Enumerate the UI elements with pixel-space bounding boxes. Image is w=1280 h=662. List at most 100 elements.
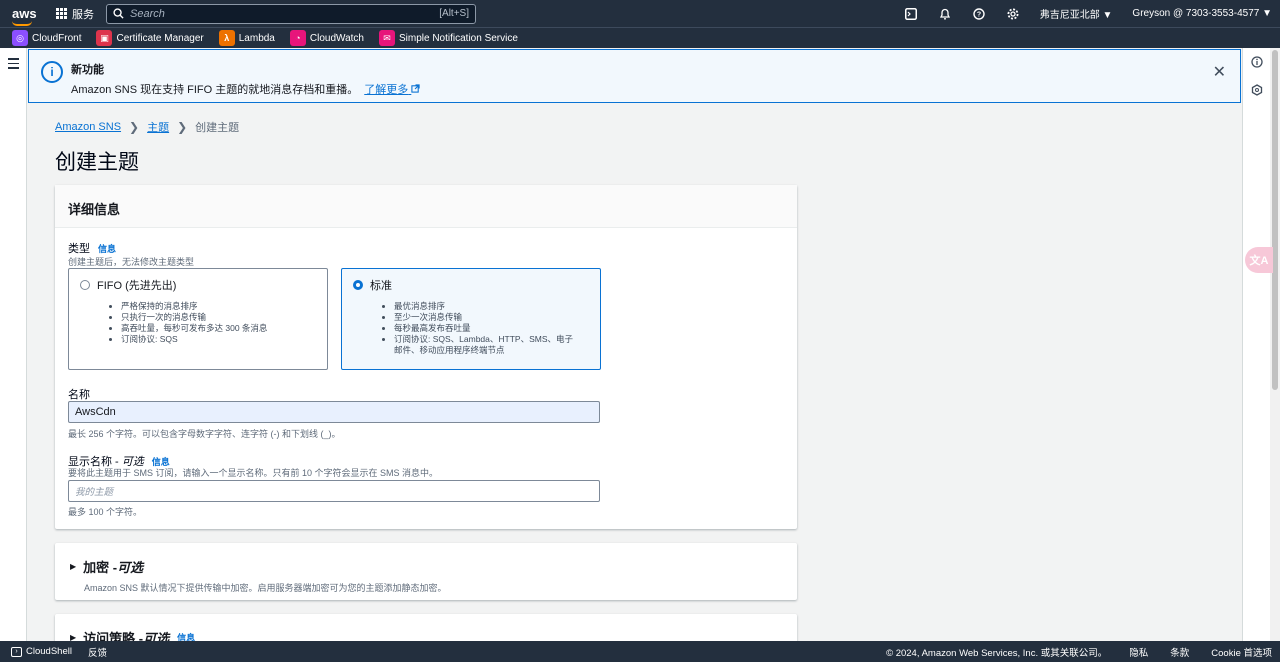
name-label: 名称 — [68, 389, 90, 401]
region-selector[interactable]: 弗吉尼亚北部 ▼ — [1040, 6, 1113, 21]
services-label: 服务 — [72, 8, 94, 21]
search-placeholder: Search — [130, 7, 165, 20]
fifo-features: 严格保持的消息排序 只执行一次的消息传输 高吞吐量，每秒可发布多达 300 条消… — [121, 301, 316, 345]
encryption-title: 加密 - — [83, 560, 118, 575]
page-title: 创建主题 — [55, 151, 139, 174]
certificate-manager-icon: ▣ — [96, 30, 113, 46]
menu-icon[interactable] — [8, 58, 19, 72]
caret-right-icon: ▶ — [70, 562, 77, 571]
details-panel: 详细信息 类型信息 创建主题后，无法修改主题类型 FIFO (先进先出) 严格保… — [55, 185, 797, 529]
access-policy-optional: 可选 — [143, 631, 170, 641]
list-item: 每秒最高发布吞吐量 — [394, 323, 579, 334]
breadcrumb-sns[interactable]: Amazon SNS — [55, 121, 121, 133]
encryption-description: Amazon SNS 默认情况下提供传输中加密。启用服务器端加密可为您的主题添加… — [84, 583, 447, 593]
favorite-cloudfront[interactable]: ◎ CloudFront — [12, 30, 81, 46]
services-menu-button[interactable]: 服务 — [56, 6, 94, 22]
favorite-label: Simple Notification Service — [398, 32, 518, 44]
list-item: 至少一次消息传输 — [394, 312, 579, 323]
favorite-label: Lambda — [238, 32, 275, 44]
favorite-label: Certificate Manager — [116, 32, 204, 44]
lambda-icon: λ — [218, 30, 235, 46]
info-icon: i — [41, 61, 63, 83]
favorite-cloudwatch[interactable]: ◔ CloudWatch — [289, 30, 364, 46]
search-icon — [113, 8, 124, 19]
notification-title: 新功能 — [71, 64, 104, 76]
fifo-option[interactable]: FIFO (先进先出) 严格保持的消息排序 只执行一次的消息传输 高吞吐量，每秒… — [68, 268, 328, 370]
type-hint: 创建主题后，无法修改主题类型 — [68, 257, 195, 267]
privacy-link[interactable]: 隐私 — [1129, 645, 1148, 659]
svg-text:?: ? — [977, 11, 981, 18]
type-label: 类型 — [68, 243, 90, 255]
access-policy-info-link[interactable]: 信息 — [177, 631, 195, 641]
close-icon[interactable]: ✕ — [1213, 62, 1226, 82]
name-input[interactable]: AwsCdn — [68, 401, 600, 423]
bell-icon[interactable] — [928, 0, 962, 27]
notification-body: Amazon SNS 现在支持 FIFO 主题的就地消息存档和重播。 — [71, 84, 359, 96]
help-icon[interactable]: ? — [962, 0, 996, 27]
cookie-preferences-link[interactable]: Cookie 首选项 — [1211, 645, 1272, 659]
details-header: 详细信息 — [55, 185, 797, 228]
account-menu[interactable]: Greyson @ 7303-3553-4577 ▼ — [1132, 8, 1272, 19]
list-item: 严格保持的消息排序 — [121, 301, 316, 312]
favorite-lambda[interactable]: λ Lambda — [218, 30, 275, 46]
footer: › CloudShell 反馈 © 2024, Amazon Web Servic… — [0, 641, 1280, 662]
access-policy-panel[interactable]: ▶ 访问策略 - 可选 信息 — [55, 614, 797, 641]
top-navigation: aws 服务 Search [Alt+S] ? 弗吉尼亚北部 ▼ Greyson… — [0, 0, 1280, 27]
favorite-sns[interactable]: ✉ Simple Notification Service — [378, 30, 518, 46]
external-link-icon — [411, 84, 420, 93]
info-panel-icon[interactable] — [1243, 48, 1271, 76]
page-scrollbar[interactable] — [1270, 48, 1280, 641]
caret-right-icon: ▶ — [70, 633, 77, 641]
learn-more-link[interactable]: 了解更多 — [364, 84, 420, 96]
sns-icon: ✉ — [378, 30, 395, 46]
search-shortcut: [Alt+S] — [439, 8, 469, 19]
name-hint: 最长 256 个字符。可以包含字母数字字符、连字符 (-) 和下划线 (_)。 — [68, 429, 341, 439]
grid-icon — [56, 8, 67, 19]
cloudshell-label: CloudShell — [26, 646, 72, 657]
feedback-link[interactable]: 反馈 — [88, 645, 107, 659]
cloudshell-button[interactable]: › CloudShell — [11, 646, 72, 657]
fifo-label: FIFO (先进先出) — [97, 280, 177, 292]
feature-notification: i 新功能 Amazon SNS 现在支持 FIFO 主题的就地消息存档和重播。… — [28, 49, 1241, 103]
list-item: 最优消息排序 — [394, 301, 579, 312]
breadcrumb: Amazon SNS ❯ 主题 ❯ 创建主题 — [55, 119, 239, 135]
terms-link[interactable]: 条款 — [1170, 645, 1189, 659]
search-input[interactable]: Search [Alt+S] — [106, 3, 476, 24]
breadcrumb-current: 创建主题 — [195, 122, 240, 134]
aws-logo[interactable]: aws — [12, 7, 37, 26]
favorite-label: CloudFront — [32, 32, 82, 44]
list-item: 高吞吐量，每秒可发布多达 300 条消息 — [121, 323, 316, 334]
favorites-bar: ◎ CloudFront ▣ Certificate Manager λ Lambda… — [0, 27, 1280, 48]
standard-radio[interactable] — [353, 280, 363, 290]
display-name-input[interactable]: 我的主题 — [68, 480, 600, 502]
tools-rail — [1242, 48, 1270, 641]
chevron-right-icon: ❯ — [129, 120, 140, 134]
type-info-link[interactable]: 信息 — [98, 244, 116, 254]
cloudshell-icon: › — [11, 646, 22, 657]
standard-features: 最优消息排序 至少一次消息传输 每秒最高发布吞吐量 订阅协议: SQS、Lamb… — [394, 301, 579, 356]
display-name-max-hint: 最多 100 个字符。 — [68, 507, 143, 517]
display-name-hint: 要将此主题用于 SMS 订阅，请输入一个显示名称。只有前 10 个字符会显示在 … — [68, 468, 439, 478]
copyright-text: © 2024, Amazon Web Services, Inc. 或其关联公司… — [886, 647, 1108, 659]
scrollbar-thumb[interactable] — [1272, 50, 1278, 390]
side-navigation-rail — [0, 48, 27, 641]
encryption-panel[interactable]: ▶ 加密 - 可选 Amazon SNS 默认情况下提供传输中加密。启用服务器端加… — [55, 543, 797, 600]
access-policy-title: 访问策略 - — [83, 631, 144, 641]
breadcrumb-topics[interactable]: 主题 — [147, 119, 169, 135]
translate-icon[interactable]: 文A — [1245, 247, 1273, 273]
list-item: 只执行一次的消息传输 — [121, 312, 316, 323]
list-item: 订阅协议: SQS — [121, 334, 316, 345]
standard-option[interactable]: 标准 最优消息排序 至少一次消息传输 每秒最高发布吞吐量 订阅协议: SQS、L… — [341, 268, 601, 370]
favorite-certificate-manager[interactable]: ▣ Certificate Manager — [96, 30, 204, 46]
favorite-label: CloudWatch — [309, 32, 364, 44]
cloudshell-icon[interactable] — [894, 0, 928, 27]
list-item: 订阅协议: SQS、Lambda、HTTP、SMS、电子邮件、移动应用程序终端节… — [394, 334, 579, 356]
cloudwatch-icon: ◔ — [289, 30, 306, 46]
gear-icon[interactable] — [996, 0, 1030, 27]
fifo-radio[interactable] — [80, 280, 90, 290]
cloudfront-icon: ◎ — [12, 30, 28, 46]
main-content: Amazon SNS ❯ 主题 ❯ 创建主题 创建主题 详细信息 类型 信息 创建… — [28, 104, 1242, 641]
hexagon-icon[interactable] — [1243, 76, 1271, 104]
standard-label: 标准 — [370, 280, 392, 292]
encryption-optional: 可选 — [117, 560, 144, 575]
